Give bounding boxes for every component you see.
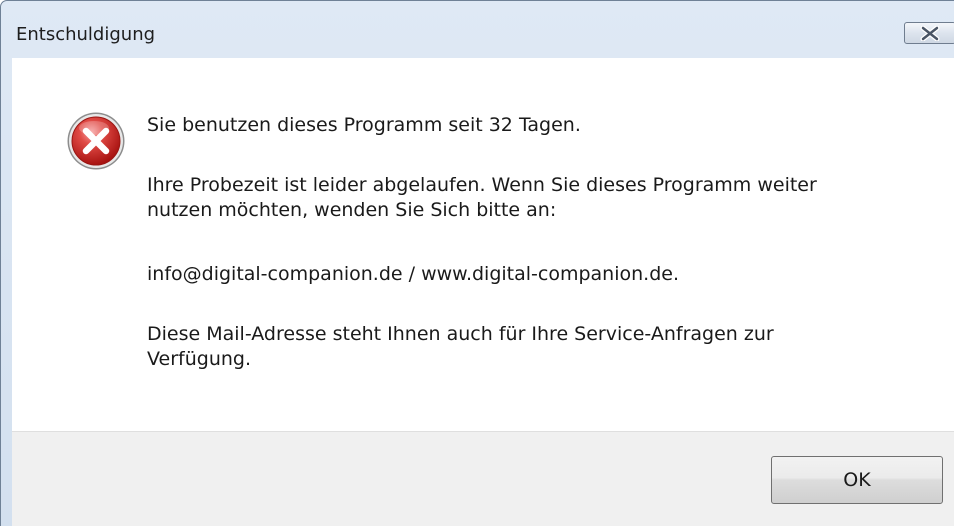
dialog-content: Sie benutzen dieses Programm seit 32 Tag… bbox=[12, 58, 954, 431]
message-contact: info@digital-companion.de / www.digital-… bbox=[147, 263, 679, 285]
window-title: Entschuldigung bbox=[16, 24, 156, 45]
ok-button[interactable]: OK bbox=[771, 456, 943, 504]
dialog-window: Entschuldigung Sie benutzen dieses Progr… bbox=[0, 0, 954, 526]
close-button[interactable] bbox=[904, 22, 954, 44]
close-icon bbox=[920, 26, 940, 41]
title-bar[interactable]: Entschuldigung bbox=[1, 1, 954, 51]
message-trial-expired: Ihre Probezeit ist leider abgelaufen. We… bbox=[147, 174, 817, 221]
message-days: Sie benutzen dieses Programm seit 32 Tag… bbox=[147, 114, 581, 136]
message-service: Diese Mail-Adresse steht Ihnen auch für … bbox=[147, 323, 774, 370]
dialog-footer: OK bbox=[12, 431, 954, 526]
error-icon bbox=[67, 112, 125, 170]
